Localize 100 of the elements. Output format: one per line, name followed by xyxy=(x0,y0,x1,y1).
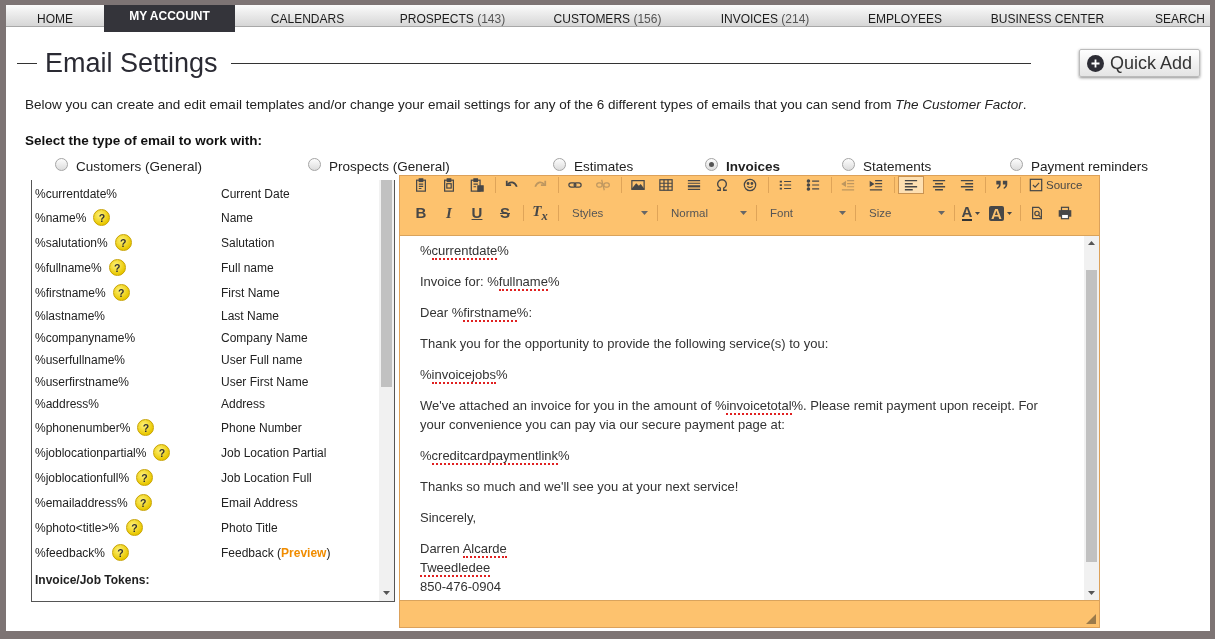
help-icon[interactable]: ? xyxy=(93,209,111,226)
omega-icon xyxy=(715,178,729,192)
radio-button[interactable] xyxy=(705,157,718,171)
toolbar-dropdown[interactable]: Styles xyxy=(564,201,652,225)
scrollbar[interactable] xyxy=(1084,236,1099,600)
align-right-icon xyxy=(960,178,974,192)
email-text: Thanks so much and we'll see you at your next service! xyxy=(420,478,740,496)
radio-label[interactable]: Customers (General) xyxy=(76,158,203,174)
nav-tab[interactable]: PROSPECTS (143) xyxy=(380,5,525,32)
email-text: Tweedledee xyxy=(420,559,492,577)
radio-label[interactable]: Statements xyxy=(863,158,932,174)
token-name: %userfirstname% xyxy=(35,375,130,389)
token-name: %currentdate% xyxy=(35,187,118,201)
underline-button[interactable]: U xyxy=(464,202,490,224)
checked-square-icon xyxy=(1029,178,1043,192)
email-type-prompt: Select the type of email to work with: xyxy=(25,132,264,150)
email-text: Darren Alcarde xyxy=(420,540,508,558)
toolbar-dropdown[interactable]: Font xyxy=(762,201,850,225)
nav-tab[interactable]: INVOICES (214) xyxy=(690,5,840,32)
radio-label[interactable]: Invoices xyxy=(726,158,781,174)
nav-tab[interactable]: SEARCH xyxy=(1125,5,1210,32)
email-text: %invoicejobs% xyxy=(420,366,509,384)
help-icon[interactable]: ? xyxy=(134,494,152,511)
token-description: Phone Number xyxy=(221,420,303,435)
list-icon xyxy=(778,178,792,192)
scroll-up-arrow-icon[interactable] xyxy=(1088,241,1095,245)
align-left-icon xyxy=(904,178,918,192)
scroll-down-arrow-icon[interactable] xyxy=(383,591,390,595)
caret-icon xyxy=(839,211,846,215)
token-name: %salutation% xyxy=(35,235,108,250)
token-description: Job Location Partial xyxy=(221,445,328,460)
token-description: Last Name xyxy=(221,309,281,323)
token-name: %emailaddress% xyxy=(35,495,128,510)
nav-tab[interactable]: MY ACCOUNT xyxy=(104,5,235,32)
scrollbar-thumb[interactable] xyxy=(381,180,392,387)
radio-button[interactable] xyxy=(55,157,68,171)
intro-text: Below you can create and edit email templates and/or change your email settings for any of the 6 different types of emails that you can send from The Customer Factor. xyxy=(25,96,1028,114)
help-icon[interactable]: ? xyxy=(126,519,144,536)
scroll-down-arrow-icon[interactable] xyxy=(1088,591,1095,595)
radio-button[interactable] xyxy=(1010,157,1023,171)
nav-tab[interactable]: BUSINESS CENTER xyxy=(970,5,1125,32)
italic-button[interactable]: I xyxy=(436,202,462,224)
help-icon[interactable]: ? xyxy=(136,469,154,486)
plus-circle-icon xyxy=(1086,54,1104,72)
remove-format-button[interactable]: T$_{x}$ xyxy=(527,202,553,224)
token-description: Current Date xyxy=(221,187,291,201)
token-name: %feedback% xyxy=(35,545,106,560)
token-description: Photo Title xyxy=(221,520,279,535)
table-icon xyxy=(659,178,673,192)
help-icon[interactable]: ? xyxy=(137,419,155,436)
token-name: %phonenumber% xyxy=(35,420,131,435)
toolbar-dropdown[interactable]: Normal xyxy=(663,201,751,225)
nav-tab[interactable]: CALENDARS xyxy=(235,5,380,32)
source-button[interactable]: Source xyxy=(1024,176,1088,194)
token-description: User First Name xyxy=(221,375,310,389)
radio-button[interactable] xyxy=(308,157,321,171)
horizontal-lines-icon xyxy=(687,178,701,192)
clipboard-icon xyxy=(470,178,484,192)
email-text: %creditcardpaymentlink% xyxy=(420,447,571,465)
help-icon[interactable]: ? xyxy=(153,444,171,461)
token-description: Feedback (Preview) xyxy=(221,545,332,560)
quick-add-button[interactable]: Quick Add xyxy=(1078,49,1200,77)
text-color-button[interactable]: A xyxy=(958,202,984,224)
email-text: Dear %firstname%: xyxy=(420,304,533,322)
toolbar-dropdown[interactable]: Size xyxy=(861,201,949,225)
nav-tab[interactable]: HOME xyxy=(6,5,104,32)
scrollbar-thumb[interactable] xyxy=(1086,270,1097,562)
smiley-icon xyxy=(743,178,757,192)
quote-marks-icon xyxy=(995,178,1009,192)
token-name: %fullname% xyxy=(35,260,102,275)
token-name: %firstname% xyxy=(35,285,106,300)
image-icon xyxy=(631,178,645,192)
help-icon[interactable]: ? xyxy=(114,234,132,251)
help-icon[interactable]: ? xyxy=(112,284,130,301)
radio-button[interactable] xyxy=(842,157,855,171)
token-name: %name% xyxy=(35,210,87,225)
nav-tab[interactable]: CUSTOMERS (156) xyxy=(525,5,690,32)
scrollbar[interactable] xyxy=(379,180,394,601)
radio-label[interactable]: Payment reminders xyxy=(1031,158,1149,174)
section-heading: Invoice/Job Tokens: xyxy=(35,573,151,588)
email-text: Invoice for: %fullname% xyxy=(420,273,561,291)
resize-grip-icon[interactable] xyxy=(1086,614,1096,624)
background-color-button[interactable]: A xyxy=(986,202,1015,224)
bold-button[interactable]: B xyxy=(408,202,434,224)
bulleted-list-icon xyxy=(806,178,820,192)
editor-content[interactable] xyxy=(400,235,1099,601)
token-description: Job Location Full xyxy=(221,470,313,485)
help-icon[interactable]: ? xyxy=(112,544,130,561)
token-name: %photo<title>% xyxy=(35,520,120,535)
radio-label[interactable]: Prospects (General) xyxy=(329,158,450,174)
align-left-button[interactable] xyxy=(898,176,924,194)
email-text: %currentdate% xyxy=(420,242,510,260)
radio-label[interactable]: Estimates xyxy=(574,158,634,174)
token-name: %userfullname% xyxy=(35,353,126,367)
nav-tab[interactable]: EMPLOYEES xyxy=(840,5,970,32)
help-icon[interactable]: ? xyxy=(108,259,126,276)
token-description: User Full name xyxy=(221,353,304,367)
radio-button[interactable] xyxy=(553,157,566,171)
email-text: 850-476-0904 xyxy=(420,578,502,596)
strikethrough-button[interactable]: S xyxy=(492,202,518,224)
